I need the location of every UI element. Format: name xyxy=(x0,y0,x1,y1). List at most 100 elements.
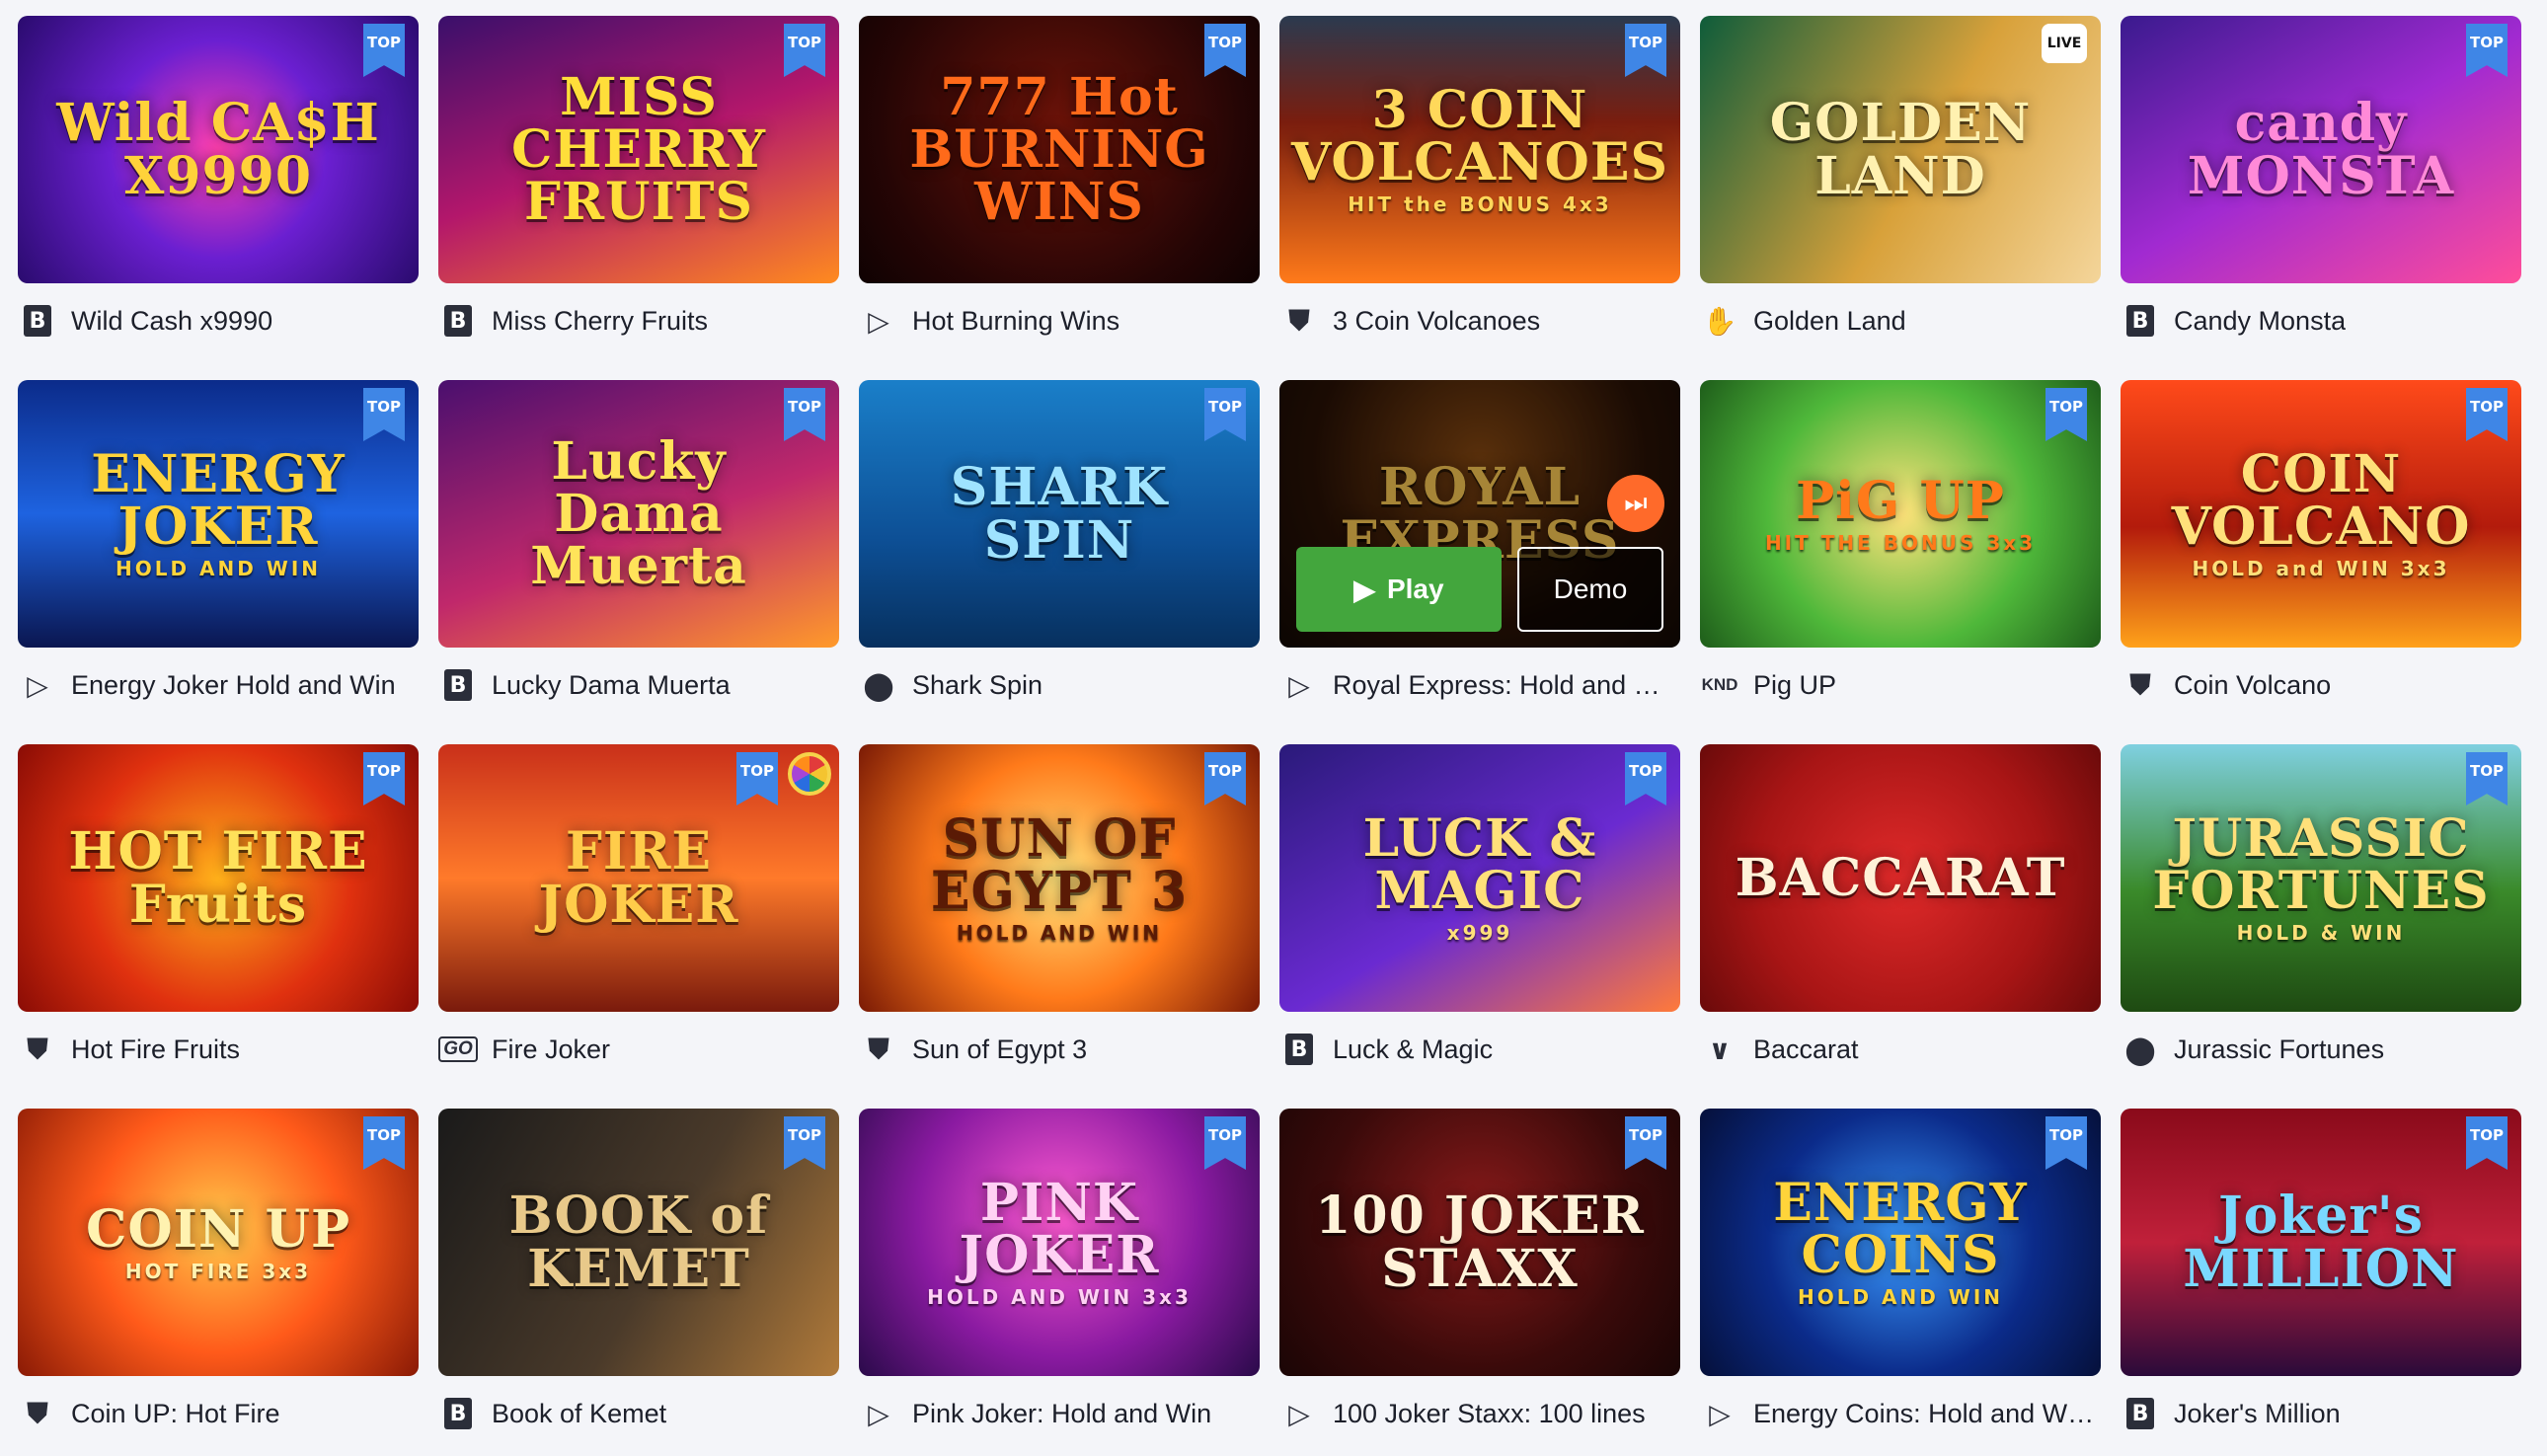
game-card[interactable]: BOOK of KEMET TOP B Book of Kemet xyxy=(438,1109,839,1456)
game-meta: B Book of Kemet xyxy=(438,1395,666,1432)
demo-button[interactable]: Demo xyxy=(1517,547,1663,632)
game-title[interactable]: Pig UP xyxy=(1753,670,1836,701)
knd-text-icon: KND xyxy=(1701,675,1738,694)
game-card[interactable]: COIN VOLCANO HOLD and WIN 3x3 TOP ⛊ Coin Vol… xyxy=(2121,380,2521,728)
game-logo: BACCARAT xyxy=(1714,852,2088,904)
game-card[interactable]: Wild CA$H X9990 TOP B Wild Cash x9990 xyxy=(18,16,419,363)
game-thumbnail[interactable]: FIRE JOKER TOP xyxy=(438,744,839,1012)
game-thumbnail[interactable]: Lucky Dama Muerta TOP xyxy=(438,380,839,648)
game-card[interactable]: LUCK & MAGIC x999 TOP B Luck & Magic xyxy=(1279,744,1680,1092)
game-card[interactable]: FIRE JOKER TOP GO Fire Joker xyxy=(438,744,839,1092)
game-title[interactable]: Shark Spin xyxy=(912,670,1042,701)
game-title[interactable]: Joker's Million xyxy=(2174,1399,2341,1429)
game-card[interactable]: BACCARAT ∨ Baccarat xyxy=(1700,744,2101,1092)
game-card[interactable]: ENERGY COINS HOLD AND WIN TOP ▷ Energy Coins… xyxy=(1700,1109,2101,1456)
game-card[interactable]: JURASSIC FORTUNES HOLD & WIN TOP ⬤ Jurassic … xyxy=(2121,744,2521,1092)
game-card[interactable]: SHARK SPIN TOP ⬤ Shark Spin xyxy=(859,380,1260,728)
game-logo-text: BOOK of KEMET xyxy=(508,1186,769,1299)
game-thumbnail[interactable]: HOT FIRE Fruits TOP xyxy=(18,744,419,1012)
game-card[interactable]: Lucky Dama Muerta TOP B Lucky Dama Muerta xyxy=(438,380,839,728)
game-thumbnail[interactable]: 3 COIN VOLCANOES HIT the BONUS 4x3 TOP xyxy=(1279,16,1680,283)
game-thumbnail[interactable]: ROYAL EXPRESS ⏭ ▶ Play Demo xyxy=(1279,380,1680,648)
game-logo: FIRE JOKER xyxy=(438,825,839,930)
game-thumbnail[interactable]: Joker's MILLION TOP xyxy=(2121,1109,2521,1376)
play-button[interactable]: ▶ Play xyxy=(1296,547,1502,632)
game-meta: ⬤ Jurassic Fortunes xyxy=(2121,1031,2384,1068)
game-logo: candy MONSTA xyxy=(2121,97,2521,201)
game-card[interactable]: PiG UP HIT THE BONUS 3x3 TOP KND Pig UP xyxy=(1700,380,2101,728)
games-grid: Wild CA$H X9990 TOP B Wild Cash x9990 MISS C… xyxy=(18,16,2521,1456)
play-icon: ▶ xyxy=(1353,574,1375,605)
game-logo-subtitle: HIT THE BONUS 3x3 xyxy=(1764,530,2037,555)
game-title[interactable]: Fire Joker xyxy=(492,1035,610,1065)
game-meta: ⛊ Coin UP: Hot Fire xyxy=(18,1395,280,1432)
game-meta: ▷ Hot Burning Wins xyxy=(859,302,1119,340)
game-thumbnail[interactable]: SUN OF EGYPT 3 HOLD AND WIN TOP xyxy=(859,744,1260,1012)
game-card[interactable]: MISS CHERRY FRUITS TOP B Miss Cherry Fruits xyxy=(438,16,839,363)
game-title[interactable]: Golden Land xyxy=(1753,306,1906,337)
b-letter-icon: B xyxy=(438,303,478,339)
game-title[interactable]: Energy Coins: Hold and W… xyxy=(1753,1399,2094,1429)
game-card[interactable]: 100 JOKER STAXX TOP ▷ 100 Joker Staxx: 100 … xyxy=(1279,1109,1680,1456)
game-title[interactable]: Hot Fire Fruits xyxy=(71,1035,240,1065)
game-thumbnail[interactable]: JURASSIC FORTUNES HOLD & WIN TOP xyxy=(2121,744,2521,1012)
game-thumbnail[interactable]: GOLDEN LAND LIVE xyxy=(1700,16,2101,283)
game-thumbnail[interactable]: 777 Hot BURNING WINS TOP xyxy=(859,16,1260,283)
game-card[interactable]: candy MONSTA TOP B Candy Monsta xyxy=(2121,16,2521,363)
game-title[interactable]: Luck & Magic xyxy=(1333,1035,1493,1065)
game-thumbnail[interactable]: Wild CA$H X9990 TOP xyxy=(18,16,419,283)
game-thumbnail[interactable]: COIN VOLCANO HOLD and WIN 3x3 TOP xyxy=(2121,380,2521,648)
game-thumbnail[interactable]: PiG UP HIT THE BONUS 3x3 TOP xyxy=(1700,380,2101,648)
game-title[interactable]: Wild Cash x9990 xyxy=(71,306,272,337)
game-card[interactable]: GOLDEN LAND LIVE ✋ Golden Land xyxy=(1700,16,2101,363)
game-title[interactable]: Sun of Egypt 3 xyxy=(912,1035,1087,1065)
game-thumbnail[interactable]: COIN UP HOT FIRE 3x3 TOP xyxy=(18,1109,419,1376)
game-card[interactable]: ROYAL EXPRESS ⏭ ▶ Play Demo ▷ Royal Express: H… xyxy=(1279,380,1680,728)
b-letter-icon: B xyxy=(2121,1396,2160,1431)
game-title[interactable]: Energy Joker Hold and Win xyxy=(71,670,396,701)
game-thumbnail[interactable]: ENERGY COINS HOLD AND WIN TOP xyxy=(1700,1109,2101,1376)
game-thumbnail[interactable]: SHARK SPIN TOP xyxy=(859,380,1260,648)
game-thumbnail[interactable]: ENERGY JOKER HOLD AND WIN TOP xyxy=(18,380,419,648)
game-card[interactable]: ENERGY JOKER HOLD AND WIN TOP ▷ Energy Joker… xyxy=(18,380,419,728)
game-title[interactable]: 100 Joker Staxx: 100 lines xyxy=(1333,1399,1646,1429)
game-thumbnail[interactable]: BACCARAT xyxy=(1700,744,2101,1012)
game-logo-subtitle: HOLD AND WIN xyxy=(1797,1285,2004,1310)
game-title[interactable]: Royal Express: Hold and … xyxy=(1333,670,1660,701)
game-card[interactable]: HOT FIRE Fruits TOP ⛊ Hot Fire Fruits xyxy=(18,744,419,1092)
game-title[interactable]: Candy Monsta xyxy=(2174,306,2346,337)
game-card[interactable]: SUN OF EGYPT 3 HOLD AND WIN TOP ⛊ Sun of Egy… xyxy=(859,744,1260,1092)
game-title[interactable]: Miss Cherry Fruits xyxy=(492,306,708,337)
game-card[interactable]: PINK JOKER HOLD AND WIN 3x3 TOP ▷ Pink Joker… xyxy=(859,1109,1260,1456)
game-title[interactable]: 3 Coin Volcanoes xyxy=(1333,306,1540,337)
game-title[interactable]: Hot Burning Wins xyxy=(912,306,1119,337)
game-thumbnail[interactable]: candy MONSTA TOP xyxy=(2121,16,2521,283)
game-title[interactable]: Coin UP: Hot Fire xyxy=(71,1399,280,1429)
game-thumbnail[interactable]: 100 JOKER STAXX TOP xyxy=(1279,1109,1680,1376)
skip-forward-icon[interactable]: ⏭ xyxy=(1607,475,1664,532)
game-card[interactable]: Joker's MILLION TOP B Joker's Million xyxy=(2121,1109,2521,1456)
game-logo: PiG UP HIT THE BONUS 3x3 xyxy=(1743,475,2057,553)
game-title[interactable]: Book of Kemet xyxy=(492,1399,666,1429)
b-letter-icon: B xyxy=(438,667,478,703)
shield-icon: ⛊ xyxy=(27,1397,48,1428)
game-meta: ▷ Energy Coins: Hold and W… xyxy=(1700,1395,2094,1432)
game-thumbnail[interactable]: BOOK of KEMET TOP xyxy=(438,1109,839,1376)
game-thumbnail[interactable]: LUCK & MAGIC x999 TOP xyxy=(1279,744,1680,1012)
game-title[interactable]: Baccarat xyxy=(1753,1035,1859,1065)
game-card[interactable]: COIN UP HOT FIRE 3x3 TOP ⛊ Coin UP: Hot Fire xyxy=(18,1109,419,1456)
game-logo-text: LUCK & MAGIC xyxy=(1362,808,1597,922)
game-logo: GOLDEN LAND xyxy=(1700,97,2101,201)
game-card[interactable]: 3 COIN VOLCANOES HIT the BONUS 4x3 TOP ⛊ 3 C… xyxy=(1279,16,1680,363)
game-title[interactable]: Lucky Dama Muerta xyxy=(492,670,731,701)
game-thumbnail[interactable]: PINK JOKER HOLD AND WIN 3x3 TOP xyxy=(859,1109,1260,1376)
game-title[interactable]: Jurassic Fortunes xyxy=(2174,1035,2384,1065)
game-logo-text: COIN VOLCANO xyxy=(2171,444,2471,558)
game-logo-text: ENERGY JOKER xyxy=(91,444,346,558)
game-thumbnail[interactable]: MISS CHERRY FRUITS TOP xyxy=(438,16,839,283)
game-title[interactable]: Pink Joker: Hold and Win xyxy=(912,1399,1211,1429)
game-card[interactable]: 777 Hot BURNING WINS TOP ▷ Hot Burning Wins xyxy=(859,16,1260,363)
game-meta: KND Pig UP xyxy=(1700,666,1836,704)
game-title[interactable]: Coin Volcano xyxy=(2174,670,2331,701)
provider-glyph: B xyxy=(444,305,472,337)
